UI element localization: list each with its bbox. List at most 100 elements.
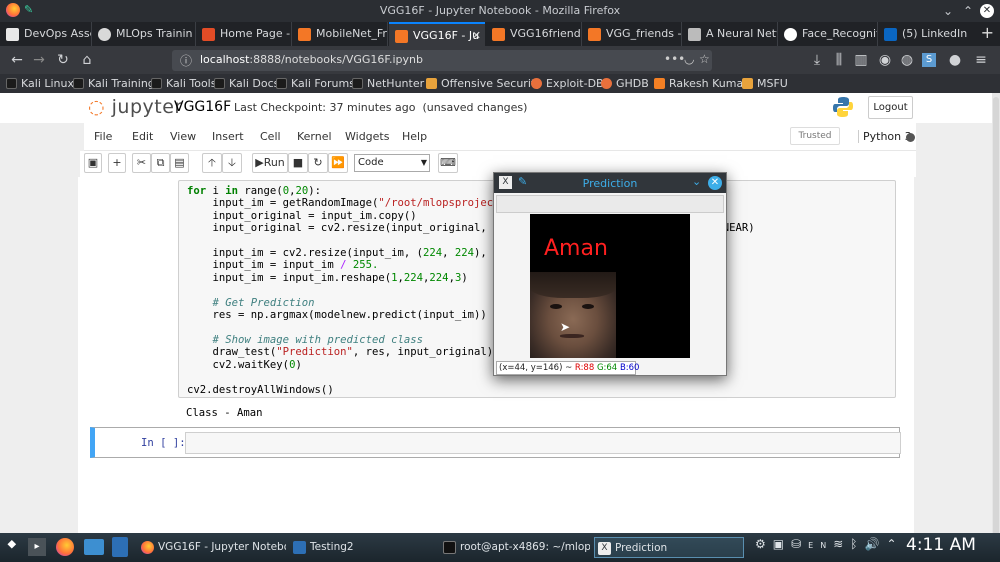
tab-mobilenet[interactable]: MobileNet_Frie	[292, 22, 388, 46]
restart-run-all-icon[interactable]: ⏩	[328, 153, 348, 173]
tab-linkedin[interactable]: (5) LinkedIn	[878, 22, 970, 46]
tab-vgg16f-active[interactable]: VGG16F - Ju ✕	[389, 22, 485, 46]
empty-code-cell[interactable]: In [ ]:	[90, 427, 901, 458]
taskbar-item-terminal[interactable]: root@apt-x4869: ~/mlopsp...	[440, 537, 590, 558]
new-tab-icon[interactable]: +	[981, 22, 994, 44]
chevron-down-icon[interactable]: ⌄	[692, 175, 701, 188]
clipboard-tray-icon[interactable]: ▣	[773, 537, 791, 551]
notebook-name[interactable]: VGG16F	[174, 99, 231, 115]
input-prompt: In [ ]:	[141, 437, 186, 449]
maximize-icon[interactable]: ⌃	[960, 3, 976, 19]
reload-icon[interactable]: ↻	[54, 51, 72, 69]
clock[interactable]: 4:11 AM	[906, 535, 976, 555]
save-icon[interactable]: ▣	[84, 153, 102, 173]
tray-expand-icon[interactable]: ⌃	[886, 537, 903, 551]
bookmark-item[interactable]: Kali Docs	[214, 75, 279, 92]
library-icon[interactable]: ⫼	[830, 51, 848, 69]
menu-insert[interactable]: Insert	[212, 130, 244, 143]
tab-face-recognition[interactable]: Face_Recogniti	[778, 22, 878, 46]
paste-icon[interactable]: ▤	[170, 153, 189, 173]
taskbar-item-prediction[interactable]: X Prediction	[594, 537, 744, 558]
cell-input[interactable]	[185, 432, 901, 454]
firefox-launcher-icon[interactable]	[56, 538, 74, 556]
addon-s-icon[interactable]: S	[922, 53, 936, 67]
storage-tray-icon[interactable]: ⛁	[791, 537, 808, 551]
pocket-icon[interactable]: ◡	[684, 52, 694, 66]
files-launcher-icon[interactable]	[84, 539, 104, 555]
tab-bar: DevOps Assem MLOps Trainin Home Page - S…	[0, 22, 1000, 46]
cut-icon[interactable]: ✂	[132, 153, 151, 173]
bookmark-item[interactable]: Kali Linux	[6, 75, 74, 92]
home-icon[interactable]: ⌂	[78, 51, 96, 69]
tab-home-page[interactable]: Home Page - S	[196, 22, 292, 46]
menu-icon[interactable]: ≡	[972, 51, 990, 69]
back-icon[interactable]: ←	[8, 51, 26, 69]
volume-tray-icon[interactable]: 🔊	[864, 537, 886, 551]
restart-icon[interactable]: ↻	[308, 153, 328, 173]
close-window-icon[interactable]: ✕	[980, 4, 994, 18]
scrollbar-thumb[interactable]	[993, 97, 999, 537]
settings-tray-icon[interactable]: ⚙	[755, 537, 773, 551]
bookmark-item[interactable]: Rakesh Kumar	[654, 75, 748, 92]
download-icon[interactable]: ⤓	[808, 51, 826, 69]
menu-help[interactable]: Help	[402, 130, 427, 143]
bookmark-item[interactable]: MSFU	[742, 75, 788, 92]
logout-button[interactable]: Logout	[868, 96, 913, 119]
page-scrollbar[interactable]	[992, 93, 1000, 537]
move-up-icon[interactable]: 🡡	[202, 153, 222, 173]
terminal-launcher-icon[interactable]: ▸	[28, 538, 46, 556]
minimize-icon[interactable]: ⌄	[940, 3, 956, 19]
extension-icon[interactable]: ◍	[898, 51, 916, 69]
keyboard-layout[interactable]: EN	[808, 541, 833, 550]
menu-file[interactable]: File	[94, 130, 112, 143]
close-icon[interactable]: ✕	[708, 176, 722, 190]
editor-launcher-icon[interactable]	[112, 537, 128, 557]
taskbar-item-testing2[interactable]: Testing2	[290, 537, 436, 558]
x11-icon: X	[598, 542, 611, 555]
page-actions-icon[interactable]: •••	[664, 52, 685, 66]
forward-icon[interactable]: →	[30, 51, 48, 69]
trusted-badge[interactable]: Trusted	[790, 127, 840, 145]
insert-cell-icon[interactable]: +	[108, 153, 126, 173]
menu-edit[interactable]: Edit	[132, 130, 153, 143]
addon-dark-icon[interactable]: ●	[946, 51, 964, 69]
run-button[interactable]: ▶Run	[252, 153, 288, 173]
copy-icon[interactable]: ⧉	[151, 153, 170, 173]
prediction-titlebar[interactable]: X ✎ Prediction ⌄ ✕	[494, 173, 726, 193]
move-down-icon[interactable]: 🡣	[222, 153, 242, 173]
menu-kernel[interactable]: Kernel	[297, 130, 332, 143]
close-tab-icon[interactable]: ✕	[472, 24, 481, 46]
kali-menu-icon[interactable]: ⯁	[7, 538, 17, 553]
tab-mlops[interactable]: MLOps Trainin	[92, 22, 196, 46]
menu-view[interactable]: View	[170, 130, 196, 143]
wifi-tray-icon[interactable]: ≋	[833, 537, 850, 551]
tab-vgg-friends[interactable]: VGG_friends - J	[582, 22, 682, 46]
interrupt-icon[interactable]: ■	[288, 153, 308, 173]
jupyter-logo[interactable]: ◌ jupyter	[88, 96, 183, 118]
bookmark-star-icon[interactable]: ☆	[699, 52, 710, 66]
tab-neural-net[interactable]: A Neural Netw	[682, 22, 778, 46]
bookmark-item[interactable]: Kali Forums	[276, 75, 355, 92]
jupyter-header: ◌ jupyter VGG16F Last Checkpoint: 37 min…	[0, 93, 1000, 123]
bookmark-item[interactable]: GHDB	[601, 75, 649, 92]
menu-cell[interactable]: Cell	[260, 130, 281, 143]
bookmark-item[interactable]: Kali Training	[73, 75, 155, 92]
keyboard-icon[interactable]: ⌨	[438, 153, 458, 173]
window-titlebar: ✎ VGG16F - Jupyter Notebook - Mozilla Fi…	[0, 0, 1000, 22]
tab-vgg16friends[interactable]: VGG16friends	[486, 22, 582, 46]
tab-devops[interactable]: DevOps Assem	[0, 22, 92, 46]
bookmark-item[interactable]: Kali Tools	[151, 75, 216, 92]
url-bar[interactable]: ⓘ localhost:8888/notebooks/VGG16F.ipynb …	[172, 50, 712, 71]
bookmark-item[interactable]: Exploit-DB	[531, 75, 604, 92]
account-icon[interactable]: ◉	[876, 51, 894, 69]
sidebar-icon[interactable]: ▥	[852, 51, 870, 69]
taskbar-item-firefox[interactable]: VGG16F - Jupyter Noteboo...	[138, 537, 286, 558]
prediction-window[interactable]: X ✎ Prediction ⌄ ✕ Aman ➤ (x=44, y=146) …	[493, 172, 727, 376]
info-icon[interactable]: ⓘ	[180, 52, 192, 69]
cell-type-select[interactable]: Code ▼	[354, 154, 430, 172]
bluetooth-tray-icon[interactable]: ᛒ	[850, 537, 864, 551]
bookmark-item[interactable]: Offensive Security	[426, 75, 542, 92]
menu-widgets[interactable]: Widgets	[345, 130, 389, 143]
mouth-shape	[560, 334, 584, 338]
bookmark-item[interactable]: NetHunter	[352, 75, 424, 92]
